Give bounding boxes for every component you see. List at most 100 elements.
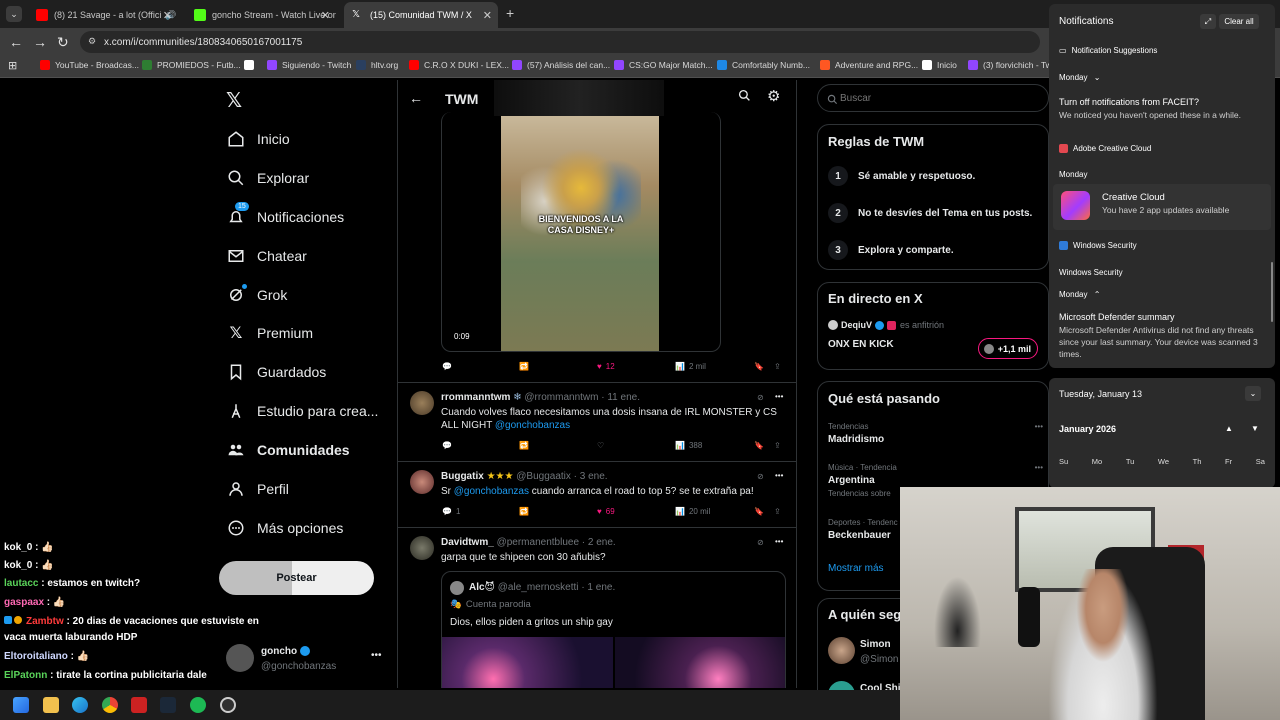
close-icon[interactable]: ✕ [483, 9, 492, 22]
reload-icon[interactable]: ↻ [57, 34, 69, 51]
more-dots-icon[interactable]: ••• [775, 392, 783, 401]
quoted-tweet[interactable]: Alc😈 @ale_mernosketti · 1 ene. 🎭 Cuenta p… [441, 571, 786, 688]
apps-grid-icon[interactable]: ⊞ [8, 59, 17, 72]
share-icon[interactable]: ⇪ [774, 507, 781, 516]
views-button[interactable]: 📊 20 mil [675, 507, 710, 516]
nav-chat[interactable]: Chatear [227, 245, 307, 267]
trend-item[interactable]: Tendencias Madridismo ••• [828, 422, 1043, 445]
mention-link[interactable]: @gonchobanzas [454, 486, 529, 497]
follow-name[interactable]: Simon [860, 639, 891, 650]
author-handle[interactable]: @rrommanntwm [524, 392, 598, 403]
views-button[interactable]: 📊 2 mil [675, 362, 706, 371]
bookmark-icon[interactable]: 🔖 [754, 362, 764, 371]
live-stream-name[interactable]: ONX EN KICK [828, 339, 894, 350]
video-player[interactable]: BIENVENIDOS A LA CASA DISNEY+ [501, 116, 659, 351]
bookmark-item[interactable]: Comfortably Numb... [717, 60, 810, 70]
site-info-icon[interactable]: ⚙ [88, 36, 96, 47]
tab-list-chevron-icon[interactable]: ⌄ [6, 6, 22, 22]
search-box[interactable] [817, 84, 1049, 112]
scrollbar[interactable] [1271, 262, 1273, 322]
prev-month-icon[interactable]: ▲ [1225, 424, 1233, 433]
bookmark-item[interactable]: YouTube - Broadcas... [40, 60, 139, 70]
tab-x-community[interactable]: 𝕏 (15) Comunidad TWM / X ✕ [344, 2, 498, 28]
mention-link[interactable]: @gonchobanzas [495, 420, 570, 431]
reply-icon[interactable]: 💬 [442, 441, 452, 450]
spotify-icon[interactable] [190, 697, 206, 713]
nav-notifications[interactable]: 15 Notificaciones [227, 202, 344, 228]
focus-settings-icon[interactable]: ⤢ [1200, 14, 1216, 29]
tweet-date[interactable]: · 2 ene. [582, 537, 616, 548]
avatar[interactable] [828, 637, 855, 664]
nav-bookmarks[interactable]: Guardados [227, 361, 326, 383]
steam-icon[interactable] [160, 697, 176, 713]
author-name[interactable]: Davidtwm_ [441, 537, 494, 548]
repost-icon[interactable]: 🔁 [519, 507, 529, 516]
windows-start-icon[interactable] [13, 697, 29, 713]
grok-icon[interactable]: ⊘ [757, 472, 764, 481]
grok-icon[interactable]: ⊘ [757, 393, 764, 402]
bookmark-item[interactable]: Siguiendo - Twitch [267, 60, 351, 70]
tweet-date[interactable]: · 3 ene. [574, 471, 608, 482]
repost-icon[interactable]: 🔁 [519, 441, 529, 450]
nav-explore[interactable]: Explorar [227, 167, 309, 189]
bookmark-item[interactable]: PROMIEDOS - Futb... [142, 60, 241, 70]
like-button[interactable]: ♥ 12 [597, 362, 615, 371]
bookmark-item[interactable]: C.R.O X DUKI - LEX... [409, 60, 509, 70]
new-tab-button[interactable]: + [506, 5, 514, 21]
group-day-toggle[interactable]: Monday ⌄ [1059, 73, 1100, 82]
reply-button[interactable]: 💬 1 [442, 507, 460, 516]
repost-icon[interactable]: 🔁 [519, 362, 529, 371]
security-day-toggle[interactable]: Monday ⌃ [1059, 290, 1100, 299]
nav-premium[interactable]: 𝕏 Premium [227, 322, 313, 344]
bookmark-item[interactable]: (3) florvichich - Twi [968, 60, 1054, 70]
forward-icon[interactable]: → [33, 34, 47, 50]
bookmark-item[interactable]: Adventure and RPG... [820, 60, 918, 70]
obs-icon[interactable] [220, 697, 236, 713]
bookmark-icon[interactable]: 🔖 [754, 507, 764, 516]
author-handle[interactable]: @Buggaatix [516, 471, 571, 482]
more-dots-icon[interactable]: ••• [1035, 422, 1043, 431]
tab-youtube[interactable]: (8) 21 Savage - a lot (Offici 🔊 ✕ [28, 4, 178, 26]
bookmark-item[interactable]: hltv.org [356, 60, 398, 70]
more-dots-icon[interactable]: ••• [1035, 463, 1043, 472]
avatar[interactable] [410, 536, 434, 560]
edge-icon[interactable] [72, 697, 88, 713]
search-input[interactable] [840, 90, 1040, 106]
avatar[interactable] [410, 470, 434, 494]
more-dots-icon[interactable]: ••• [775, 537, 783, 546]
x-home-logo[interactable]: 𝕏 [226, 88, 242, 113]
nav-communities[interactable]: Comunidades [227, 439, 350, 461]
reply-icon[interactable]: 💬 [442, 362, 452, 371]
live-viewers-pill[interactable]: +1,1 mil [978, 338, 1038, 359]
views-button[interactable]: 📊 388 [675, 441, 702, 450]
bookmark-item[interactable]: (57) Análisis del can... [512, 60, 610, 70]
nav-grok[interactable]: Grok [227, 284, 287, 306]
like-icon[interactable]: ♡ [597, 441, 604, 450]
grok-icon[interactable]: ⊘ [757, 538, 764, 547]
author-name[interactable]: Buggatix [441, 471, 484, 482]
adobe-notification[interactable]: Creative Cloud You have 2 app updates av… [1053, 184, 1271, 230]
close-icon[interactable]: ✕ [163, 9, 172, 22]
next-month-icon[interactable]: ▼ [1251, 424, 1259, 433]
author-handle[interactable]: @permanentbluee [497, 537, 579, 548]
clear-all-button[interactable]: Clear all [1219, 14, 1259, 29]
faceit-notification[interactable]: Turn off notifications from FACEIT? We n… [1053, 90, 1271, 130]
chrome-icon[interactable] [102, 697, 118, 713]
search-icon[interactable] [738, 89, 751, 107]
more-dots-icon[interactable]: ••• [775, 471, 783, 480]
nav-home[interactable]: Inicio [227, 128, 290, 150]
share-icon[interactable]: ⇪ [774, 362, 781, 371]
live-host-row[interactable]: DeqiuV es anfitrión [828, 320, 944, 330]
back-arrow-icon[interactable]: ← [409, 90, 423, 106]
nav-profile[interactable]: Perfil [227, 478, 289, 500]
avatar[interactable] [410, 391, 434, 415]
gear-icon[interactable]: ⚙ [767, 87, 780, 105]
more-dots-icon[interactable]: ••• [371, 650, 382, 661]
tab-kick[interactable]: goncho Stream - Watch Live on ✕ [186, 4, 336, 26]
defender-notification[interactable]: Microsoft Defender summary Microsoft Def… [1053, 306, 1271, 366]
share-icon[interactable]: ⇪ [774, 441, 781, 450]
app-icon[interactable] [131, 697, 147, 713]
file-explorer-icon[interactable] [43, 697, 59, 713]
show-more-link[interactable]: Mostrar más [828, 563, 884, 574]
bookmark-item[interactable]: Inicio [922, 60, 957, 70]
